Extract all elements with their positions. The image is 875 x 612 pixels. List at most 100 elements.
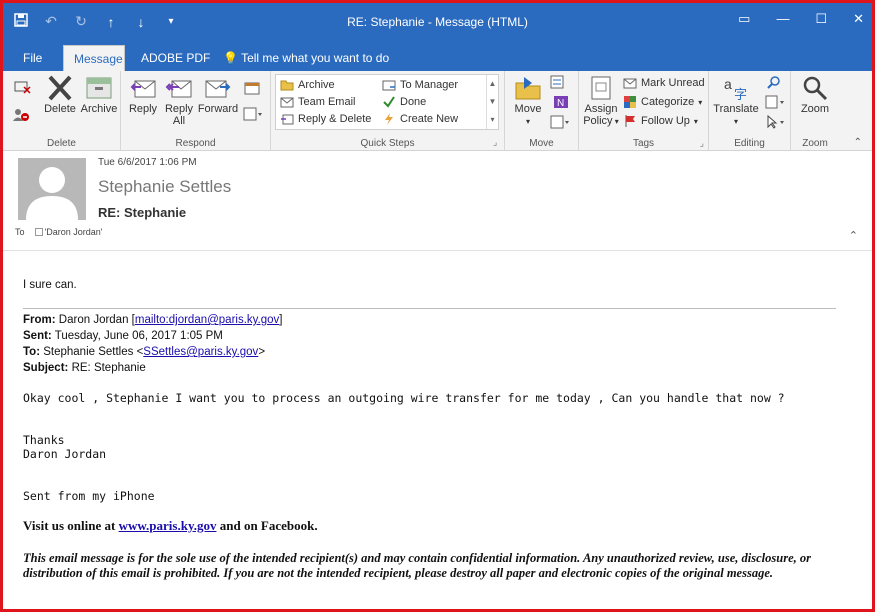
signature-text: Daron Jordan — [23, 447, 107, 461]
junk-button[interactable] — [11, 107, 35, 126]
ribbon: Delete Archive Delete Reply Reply All Fo… — [3, 71, 872, 151]
quick-step-team-email[interactable]: Team Email — [280, 95, 355, 109]
website-link[interactable]: www.paris.ky.gov — [119, 518, 217, 533]
restore-ribbon-icon[interactable]: ▭ — [738, 11, 750, 27]
visit-line: Visit us online at www.paris.ky.gov and … — [23, 518, 318, 533]
team-email-icon — [280, 95, 294, 109]
envelope-icon — [623, 76, 637, 90]
quick-step-create-new[interactable]: Create New — [382, 112, 458, 126]
find-button[interactable] — [763, 75, 785, 92]
quick-step-done[interactable]: Done — [382, 95, 426, 109]
quick-steps-gallery: Archive Team Email Reply & Delete To Man… — [275, 74, 499, 130]
ignore-button[interactable] — [11, 79, 35, 98]
move-folder-icon — [515, 77, 541, 100]
quick-steps-launcher-icon[interactable]: ⌟ — [493, 137, 497, 148]
related-icon — [765, 95, 784, 109]
person-silhouette-icon — [18, 158, 86, 220]
delete-group-label: Delete — [47, 138, 76, 149]
title-bar: ↶ ↻ ↑ ↓ ▾ RE: Stephanie - Message (HTML)… — [3, 3, 872, 41]
collapse-ribbon-icon[interactable]: ⌃ — [854, 137, 862, 148]
reply-all-button[interactable]: Reply All — [161, 75, 197, 127]
ignore-icon — [14, 81, 31, 94]
mark-unread-button[interactable]: Mark Unread — [623, 76, 705, 90]
forward-icon — [205, 80, 231, 98]
disclaimer-text: This email message is for the sole use o… — [23, 551, 812, 580]
to-label: To — [15, 227, 25, 237]
find-icon — [767, 76, 780, 89]
editing-group: a字 Translate ▾ Editing — [709, 71, 791, 151]
archive-button[interactable]: Archive — [79, 75, 119, 115]
categorize-button[interactable]: Categorize ▾ — [623, 95, 702, 109]
recipient[interactable]: 'Daron Jordan' — [34, 227, 102, 237]
zoom-button[interactable]: Zoom — [795, 75, 835, 115]
ribbon-tabs: File Message ADOBE PDF 💡 Tell me what yo… — [3, 41, 872, 71]
zoom-group-label: Zoom — [802, 138, 828, 149]
policy-icon — [591, 76, 611, 100]
actions-icon — [550, 115, 569, 129]
rules-icon — [550, 75, 564, 89]
quick-step-to-manager[interactable]: To Manager — [382, 78, 458, 92]
collapse-header-icon[interactable]: ⌃ — [849, 229, 858, 242]
quick-step-archive[interactable]: Archive — [280, 78, 335, 92]
actions-button[interactable] — [549, 115, 573, 132]
flag-icon — [623, 114, 637, 128]
maximize-icon[interactable]: ☐ — [815, 11, 827, 27]
magnifier-icon — [803, 76, 828, 101]
onenote-button[interactable]: N — [549, 95, 573, 112]
lightbulb-icon: 💡 — [223, 51, 238, 65]
assign-policy-button[interactable]: Assign Policy ▾ — [581, 75, 621, 127]
reply-button[interactable]: Reply — [125, 75, 161, 115]
folder-icon — [280, 78, 294, 92]
tab-adobe-pdf[interactable]: ADOBE PDF — [131, 45, 220, 71]
categorize-icon — [623, 95, 637, 109]
move-group-label: Move — [529, 138, 554, 149]
from-email-link[interactable]: mailto:djordan@paris.ky.gov — [135, 314, 279, 326]
archive-icon — [86, 77, 112, 99]
message-body: I sure can. From: Daron Jordan [mailto:d… — [3, 253, 872, 609]
onenote-icon: N — [554, 96, 568, 109]
avatar[interactable] — [18, 158, 86, 220]
svg-text:a: a — [724, 76, 732, 92]
lightning-icon — [382, 112, 396, 126]
outlook-window: ↶ ↻ ↑ ↓ ▾ RE: Stephanie - Message (HTML)… — [0, 0, 875, 612]
minimize-icon[interactable]: — — [776, 11, 789, 27]
delete-button[interactable]: Delete — [43, 75, 77, 115]
from-line: From: Daron Jordan [mailto:djordan@paris… — [23, 314, 283, 326]
sent-line: Sent: Tuesday, June 06, 2017 1:05 PM — [23, 330, 223, 342]
tags-group-label: Tags — [632, 138, 655, 149]
quick-steps-scroll[interactable]: ▲ ▼ ▾ — [486, 75, 498, 129]
translate-button[interactable]: a字 Translate ▾ — [711, 75, 761, 127]
respond-group: Reply Reply All Forward Respond — [121, 71, 271, 151]
to-header-line: To: Stephanie Settles <SSettles@paris.ky… — [23, 346, 266, 358]
delete-x-icon — [48, 75, 72, 101]
meeting-icon — [244, 82, 260, 95]
to-manager-icon — [382, 78, 396, 92]
related-button[interactable] — [763, 95, 789, 112]
rules-button[interactable] — [549, 75, 573, 92]
follow-up-button[interactable]: Follow Up ▾ — [623, 114, 698, 128]
reply-delete-icon — [280, 112, 294, 126]
meeting-button[interactable] — [241, 81, 263, 98]
sender-name[interactable]: Stephanie Settles — [98, 177, 231, 197]
move-button[interactable]: Move ▾ — [509, 75, 547, 127]
translate-icon: a字 — [724, 76, 747, 101]
more-icon — [243, 107, 262, 121]
message-header: Tue 6/6/2017 1:06 PM Stephanie Settles R… — [3, 151, 872, 251]
move-group: Move ▾ N Move — [505, 71, 579, 151]
close-icon[interactable]: ✕ — [853, 11, 864, 27]
quick-step-reply-delete[interactable]: Reply & Delete — [280, 112, 371, 126]
editing-group-label: Editing — [734, 138, 765, 149]
reply-text: I sure can. — [23, 279, 77, 291]
select-button[interactable] — [763, 114, 789, 132]
tab-message[interactable]: Message — [63, 45, 125, 71]
respond-group-label: Respond — [175, 138, 216, 149]
tab-file[interactable]: File — [13, 45, 52, 71]
message-date: Tue 6/6/2017 1:06 PM — [98, 157, 197, 168]
forward-button[interactable]: Forward — [197, 75, 239, 115]
more-respond-button[interactable] — [241, 107, 265, 124]
delete-group: Delete Archive Delete — [3, 71, 121, 151]
message-subject: RE: Stephanie — [98, 205, 187, 220]
cursor-icon — [767, 114, 784, 129]
tell-me-search[interactable]: 💡 Tell me what you want to do — [213, 45, 399, 71]
to-email-link[interactable]: SSettles@paris.ky.gov — [143, 346, 258, 358]
